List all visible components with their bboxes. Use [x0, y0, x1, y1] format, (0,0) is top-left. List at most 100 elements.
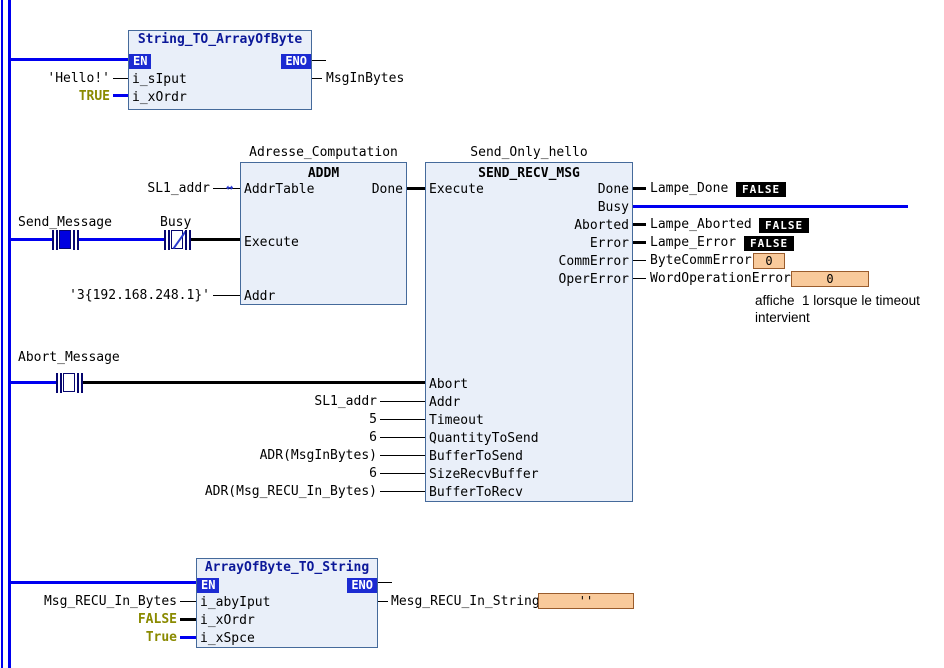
var-lampe-aborted[interactable]: Lampe_Aborted: [650, 218, 752, 232]
srm-pin-opererror: OperError: [559, 273, 629, 287]
wire-block1-eno-stub: [312, 60, 326, 61]
wire-block1-out-stub: [312, 78, 322, 79]
block1-en-pin: EN: [129, 54, 151, 69]
literal-hello-string[interactable]: 'Hello!': [47, 72, 110, 86]
wire-srm-aborted-stub: [633, 223, 646, 226]
wire-srm-done-stub: [633, 187, 646, 190]
block4-eno-pin: ENO: [347, 578, 377, 593]
wire-addm-done-to-srm-execute: [407, 187, 425, 190]
wire-busy-to-addm-execute: [191, 238, 240, 241]
var-sl1-addr-srm[interactable]: SL1_addr: [314, 395, 377, 409]
addm-instance-name[interactable]: Adresse_Computation: [240, 146, 407, 160]
wire-send-to-busy: [79, 238, 164, 241]
block1-pin-ixordr: i_xOrdr: [132, 91, 187, 105]
expr-adr-msginbytes[interactable]: ADR(MsgInBytes): [260, 449, 377, 463]
monitor-lampe-aborted-value[interactable]: FALSE: [759, 218, 809, 233]
block-send-recv-msg[interactable]: SEND_RECV_MSG Execute Done Busy Aborted …: [425, 162, 633, 502]
contact-busy-label: Busy: [160, 216, 191, 230]
addm-pin-addr: Addr: [244, 290, 275, 304]
monitor-lampe-done-value[interactable]: FALSE: [736, 182, 786, 197]
literal-false[interactable]: FALSE: [138, 613, 177, 627]
srm-pin-aborted: Aborted: [574, 219, 629, 233]
addm-type-title: ADDM: [241, 167, 406, 181]
fbd-editor-canvas: 'Hello!' TRUE String_TO_ArrayOfByte EN E…: [0, 0, 944, 668]
literal-qty-6[interactable]: 6: [369, 431, 377, 445]
block4-pin-ixordr: i_xOrdr: [200, 614, 255, 628]
contact-abort-message[interactable]: [56, 373, 83, 393]
block4-type-title: ArrayOfByte_TO_String: [197, 561, 377, 575]
editor-left-border: [1, 0, 3, 668]
srm-pin-abort: Abort: [429, 378, 468, 392]
srm-pin-addr: Addr: [429, 396, 460, 410]
srm-pin-sizerecvbuffer: SizeRecvBuffer: [429, 468, 539, 482]
contact-send-state-true: [59, 230, 71, 249]
var-lampe-done[interactable]: Lampe_Done: [650, 182, 728, 196]
srm-pin-error: Error: [590, 237, 629, 251]
wire-msgrecu-to-iabyiput: [180, 601, 196, 602]
block-string-to-arrayofbyte[interactable]: String_TO_ArrayOfByte EN ENO i_sIput i_x…: [128, 30, 312, 110]
srm-pin-timeout: Timeout: [429, 414, 484, 428]
wire-sl1addr-to-srm-addr: [380, 401, 425, 402]
wire-adr-to-buffertorecv: [380, 491, 425, 492]
literal-true[interactable]: TRUE: [79, 90, 110, 104]
addm-pin-done: Done: [372, 183, 403, 197]
wire-block4-eno-stub: [378, 582, 392, 583]
wire-srm-busy-true: [633, 205, 908, 208]
srm-pin-busy: Busy: [598, 201, 629, 215]
block1-pin-isiput: i_sIput: [132, 73, 187, 87]
wire-srm-opererror-stub: [633, 278, 646, 279]
srm-pin-commerror: CommError: [559, 255, 629, 269]
left-power-rail: [8, 0, 11, 668]
srm-pin-execute: Execute: [429, 183, 484, 197]
srm-pin-buffertorecv: BufferToRecv: [429, 486, 523, 500]
literal-ip-address[interactable]: '3{192.168.248.1}': [69, 289, 210, 303]
srm-instance-name[interactable]: Send_Only_hello: [425, 146, 633, 160]
wire-true-to-ixordr: [113, 94, 128, 97]
wire-hello-to-isiput: [113, 78, 128, 79]
wire-rail-to-send-contact: [10, 238, 52, 241]
var-bytecommerror[interactable]: ByteCommError: [650, 254, 752, 268]
timeout-comment-line2: intervient: [755, 310, 810, 325]
monitor-mesg-recu-in-string-value[interactable]: '': [538, 593, 634, 609]
wire-rail-to-block1-en: [10, 58, 128, 61]
srm-pin-done: Done: [598, 183, 629, 197]
block-arrayofbyte-to-string[interactable]: ArrayOfByte_TO_String EN ENO i_abyIput i…: [196, 558, 378, 648]
contact-busy-state: [171, 230, 183, 249]
var-wordoperationerror[interactable]: WordOperationError: [650, 272, 791, 286]
wire-rail-to-block4-en: [10, 581, 196, 584]
var-sl1-addr-addrtable[interactable]: SL1_addr: [147, 182, 210, 196]
inout-pin-arrow-icon: ↔: [226, 181, 233, 193]
literal-true-spce[interactable]: True: [146, 631, 177, 645]
timeout-comment: affiche 1 lorsque le timeout intervient: [755, 292, 920, 326]
contact-send-message[interactable]: [52, 230, 79, 250]
block-addm[interactable]: ADDM AddrTable Done Execute Addr: [240, 162, 407, 305]
contact-busy-negated[interactable]: [164, 230, 191, 250]
block4-pin-iabyiput: i_abyIput: [200, 596, 270, 610]
expr-adr-msg-recu-in-bytes[interactable]: ADR(Msg_RECU_In_Bytes): [205, 485, 377, 499]
wire-adr-to-buffertosend: [380, 455, 425, 456]
addm-pin-addrtable: AddrTable: [244, 183, 314, 197]
contact-abort-message-label: Abort_Message: [18, 351, 120, 365]
block1-type-title: String_TO_ArrayOfByte: [129, 33, 311, 47]
srm-type-title: SEND_RECV_MSG: [426, 167, 632, 181]
timeout-comment-line1: affiche 1 lorsque le timeout: [755, 293, 920, 308]
literal-sizerecv-6[interactable]: 6: [369, 467, 377, 481]
wire-true-to-ixspce: [180, 636, 196, 639]
srm-pin-buffertosend: BufferToSend: [429, 450, 523, 464]
wire-rail-to-abort-contact: [10, 381, 56, 384]
wire-ip-to-addr: [213, 295, 240, 296]
wire-abort-to-srm: [83, 381, 425, 384]
literal-timeout-5[interactable]: 5: [369, 413, 377, 427]
var-mesg-recu-in-string[interactable]: Mesg_RECU_In_String: [391, 595, 540, 609]
monitor-lampe-error-value[interactable]: FALSE: [744, 236, 794, 251]
addm-pin-execute: Execute: [244, 236, 299, 250]
wire-srm-commerror-stub: [633, 260, 646, 261]
monitor-bytecommerror-value[interactable]: 0: [753, 253, 785, 269]
wire-5-to-timeout: [380, 419, 425, 420]
var-msg-recu-in-bytes[interactable]: Msg_RECU_In_Bytes: [44, 595, 177, 609]
monitor-wordoperationerror-value[interactable]: 0: [791, 271, 869, 287]
var-lampe-error[interactable]: Lampe_Error: [650, 236, 736, 250]
block1-eno-pin: ENO: [281, 54, 311, 69]
var-msginbytes[interactable]: MsgInBytes: [326, 72, 404, 86]
wire-6-to-quantitytosend: [380, 437, 425, 438]
